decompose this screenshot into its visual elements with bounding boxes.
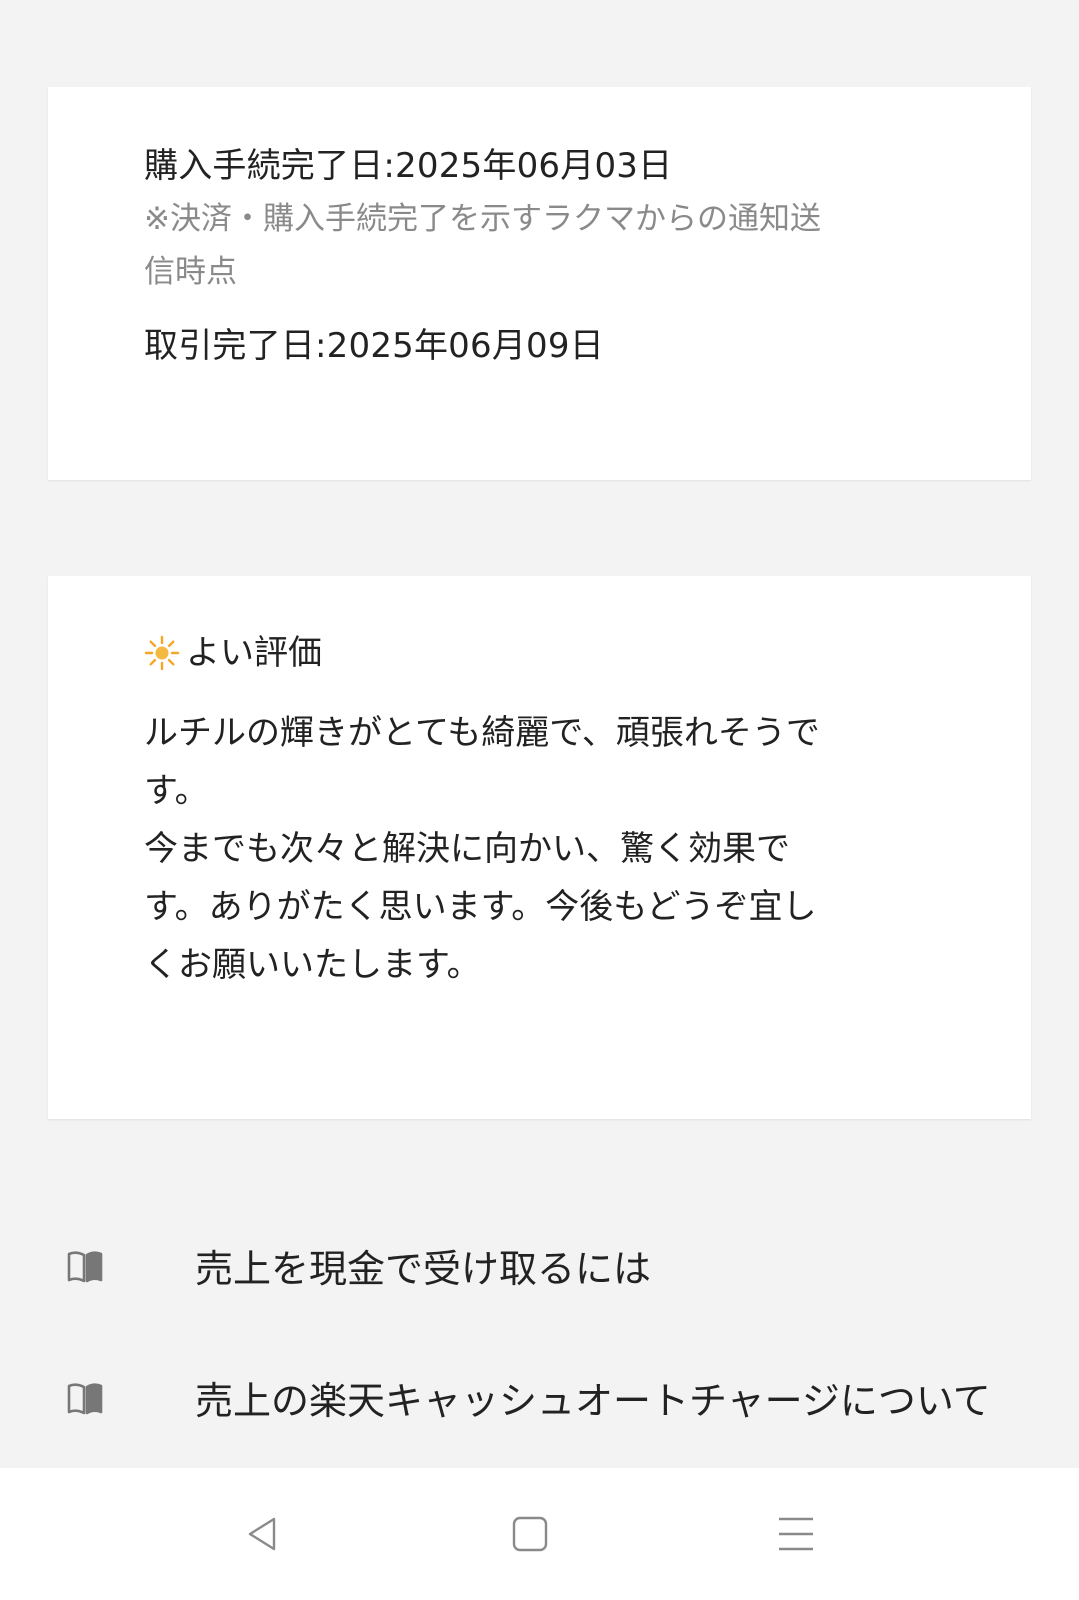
book-icon [66, 1248, 104, 1284]
back-triangle-icon [242, 1514, 282, 1558]
home-button[interactable] [506, 1512, 554, 1560]
review-title: よい評価 [186, 633, 322, 673]
review-line: す。 [144, 771, 209, 811]
help-link-label: 売上の楽天キャッシュオートチャージについて [195, 1379, 991, 1423]
system-navigation-bar [0, 1468, 1079, 1600]
purchase-note-line-1: ※決済・購入手続完了を示すラクマからの通知送 [144, 201, 821, 237]
purchase-date: 購入手続完了日:2025年06月03日 [144, 146, 673, 186]
help-link-label: 売上を現金で受け取るには [195, 1247, 652, 1291]
home-square-icon [510, 1514, 550, 1558]
review-line: くお願いいたします。 [144, 945, 481, 985]
transaction-dates-card: 購入手続完了日:2025年06月03日 ※決済・購入手続完了を示すラクマからの通… [48, 87, 1031, 480]
review-line: ルチルの輝きがとても綺麗で、頑張れそうで [144, 713, 820, 753]
book-icon [66, 1380, 104, 1416]
back-button[interactable] [238, 1512, 286, 1560]
completion-date: 取引完了日:2025年06月09日 [144, 326, 604, 366]
review-card: よい評価 ルチルの輝きがとても綺麗で、頑張れそうで す。 今までも次々と解決に向… [48, 576, 1031, 1119]
review-line: 今までも次々と解決に向かい、驚く効果で [144, 829, 790, 869]
review-line: す。ありがたく思います。今後もどうぞ宜し [144, 887, 817, 927]
review-title-row: よい評価 [144, 628, 924, 678]
review-comment: ルチルの輝きがとても綺麗で、頑張れそうで す。 今までも次々と解決に向かい、驚く… [144, 704, 924, 994]
purchase-date-note: ※決済・購入手続完了を示すラクマからの通知送 信時点 [144, 193, 944, 299]
purchase-note-line-2: 信時点 [144, 254, 237, 290]
sun-icon [144, 635, 180, 671]
menu-button[interactable] [772, 1512, 820, 1560]
menu-lines-icon [776, 1514, 816, 1558]
